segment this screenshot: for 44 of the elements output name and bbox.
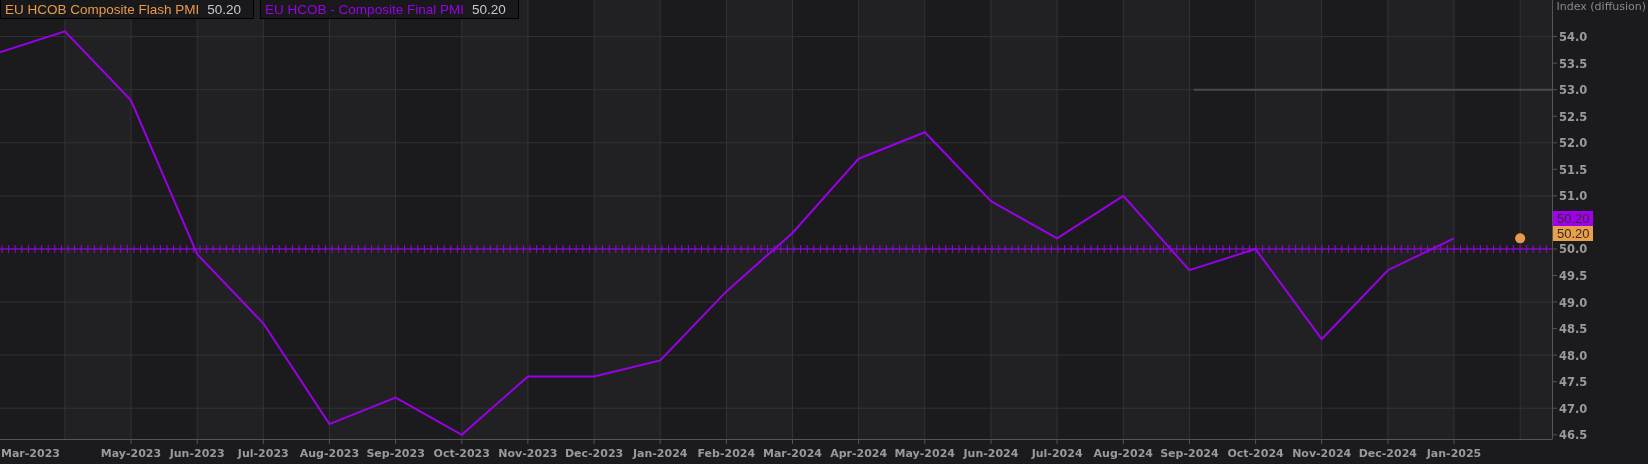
x-tick-label: Aug-2024: [1093, 447, 1153, 460]
price-tag: 50.20: [1553, 211, 1593, 226]
x-tick-label: Mar-2024: [763, 447, 822, 460]
y-tick-label: 47.0: [1559, 401, 1588, 416]
y-tick-label: 51.0: [1559, 189, 1588, 204]
y-tick-label: 52.5: [1559, 109, 1588, 124]
x-tick-label: Dec-2023: [564, 447, 624, 460]
x-tick-label: Jun-2023: [169, 447, 225, 460]
y-tick-label: 48.5: [1559, 322, 1588, 337]
x-tick-label: Apr-2024: [830, 447, 888, 460]
y-tick-label: 52.0: [1559, 136, 1588, 151]
series-name: EU HCOB - Composite Final PMI: [265, 1, 464, 17]
y-tick-label: 49.5: [1559, 269, 1588, 283]
y-tick-label: 51.5: [1559, 162, 1588, 177]
y-tick-label: 49.0: [1559, 295, 1588, 310]
series-value: 50.20: [207, 1, 242, 17]
x-tick-label: Jan-2025: [1426, 447, 1482, 460]
x-tick-label: Feb-2024: [697, 447, 756, 460]
x-tick-label: Oct-2023: [433, 447, 490, 460]
y-tick-label: 53.0: [1559, 83, 1588, 98]
x-tick-label: Jun-2024: [963, 447, 1019, 460]
x-tick-label: Aug-2023: [299, 447, 360, 460]
x-tick-label: Jan-2024: [632, 447, 688, 460]
x-tick-label: Oct-2024: [1227, 447, 1284, 460]
x-tick-label: Nov-2024: [1292, 447, 1352, 460]
y-tick-label: 47.5: [1559, 375, 1588, 390]
x-tick-label: Jul-2024: [1031, 447, 1083, 460]
y-tick-label: 54.0: [1559, 30, 1588, 45]
y-tick-label: 50.0: [1559, 242, 1588, 257]
axis-title: Index (diffusion): [1556, 0, 1646, 13]
y-tick-label: 46.5: [1559, 428, 1588, 443]
x-tick-label: Mar-2023: [1, 447, 60, 460]
x-tick-label: Jul-2023: [237, 447, 289, 460]
price-tag: 50.20: [1553, 226, 1593, 241]
x-tick-label: Sep-2024: [1160, 447, 1219, 460]
x-tick-label: Nov-2023: [498, 447, 558, 460]
y-tick-label: 53.5: [1559, 56, 1588, 71]
x-tick-label: Sep-2023: [366, 447, 425, 460]
x-tick-label: May-2023: [100, 447, 162, 460]
y-tick-label: 48.0: [1559, 348, 1588, 363]
x-tick-label: May-2024: [894, 447, 955, 460]
series-name: EU HCOB Composite Flash PMI: [5, 1, 200, 17]
series-value: 50.20: [471, 1, 506, 17]
x-tick-label: Dec-2024: [1358, 447, 1417, 460]
